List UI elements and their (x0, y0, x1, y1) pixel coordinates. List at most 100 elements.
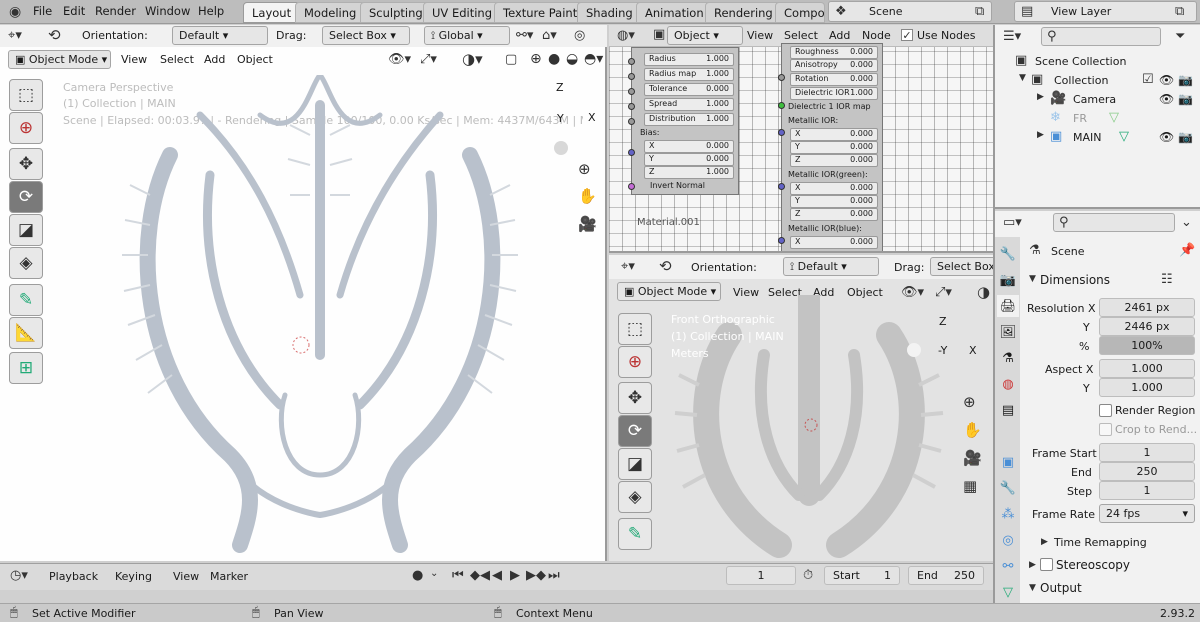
solid-shading-icon[interactable]: ● (548, 52, 560, 66)
render-camera-icon[interactable]: 📷 (1178, 130, 1193, 144)
menu-select[interactable]: Select (784, 29, 818, 42)
tab-rendering[interactable]: Rendering (705, 2, 782, 23)
next-keyframe-icon[interactable]: ▶◆ (526, 569, 546, 582)
record-icon[interactable]: ● (412, 569, 423, 582)
crop-checkbox[interactable] (1099, 423, 1112, 436)
node-socket[interactable] (628, 149, 635, 156)
render-region-checkbox[interactable] (1099, 404, 1112, 417)
transform-pivot-icon[interactable]: ⟲ (48, 28, 61, 43)
zoom-icon[interactable]: ⊕ (963, 395, 976, 410)
aspect-y-field[interactable]: 1.000 (1099, 378, 1195, 397)
particles-tab-icon[interactable]: ⁂ (997, 503, 1019, 525)
camera-view-icon[interactable]: 🎥 (963, 451, 982, 466)
viewport-right[interactable]: ⌖▾ ⟲ Orientation: ⟟ Default ▾ Drag: Sele… (609, 255, 993, 561)
menu-edit[interactable]: Edit (63, 4, 85, 18)
menu-marker[interactable]: Marker (210, 570, 248, 583)
orientation-dropdown[interactable]: ⟟ Default ▾ (783, 257, 879, 276)
time-remapping-panel[interactable]: Time Remapping (1054, 536, 1147, 549)
collection-tab-icon[interactable]: ▤ (997, 399, 1019, 421)
timeline[interactable]: ◷▾ Playback Keying View Marker ● ⌄ ⏮ ◆◀ … (0, 563, 993, 604)
tab-texture-paint[interactable]: Texture Paint (494, 2, 587, 23)
aspect-x-field[interactable]: 1.000 (1099, 359, 1195, 378)
pan-hand-icon[interactable]: ✋ (963, 423, 982, 438)
physics-tab-icon[interactable]: ◎ (997, 529, 1019, 551)
editor-type-icon[interactable]: ◍▾ (617, 29, 635, 42)
xray-icon[interactable]: ▢ (505, 53, 517, 66)
node-field[interactable]: Roughness 0.000 (790, 46, 878, 59)
node-socket[interactable] (778, 183, 785, 190)
menu-view[interactable]: View (173, 570, 199, 583)
menu-add[interactable]: Add (829, 29, 850, 42)
node-socket[interactable] (628, 88, 635, 95)
principled-node[interactable]: Roughness 0.000 Anisotropy 0.000 Rotation 0… (781, 43, 883, 251)
stopwatch-icon[interactable]: ⏱ (803, 569, 813, 582)
menu-render[interactable]: Render (95, 4, 136, 18)
rotate-tool[interactable]: ⟳ (618, 415, 652, 447)
node-socket[interactable] (778, 74, 785, 81)
dimensions-panel-title[interactable]: Dimensions (1040, 273, 1110, 287)
tab-layout[interactable]: Layout (243, 2, 301, 23)
node-socket[interactable] (778, 237, 785, 244)
node-field[interactable]: Radius map 1.000 (644, 68, 734, 81)
camera-view-icon[interactable]: 🎥 (578, 217, 597, 232)
scene-tab-icon[interactable]: ⚗ (997, 347, 1019, 369)
menu-file[interactable]: File (33, 4, 52, 18)
move-tool[interactable]: ✥ (9, 148, 43, 180)
render-camera-icon[interactable]: 📷 (1178, 73, 1193, 87)
rendered-shading-icon[interactable]: ◓▾ (584, 52, 603, 66)
tool-tab-icon[interactable]: 🔧 (997, 243, 1019, 265)
copy-icon[interactable]: ⧉ (975, 5, 984, 18)
expand-arrow-icon[interactable]: ▼ (1019, 74, 1026, 83)
properties-editor[interactable]: ▭▾ ⚲ ⌄ 🔧 📷 🖨 🖼 ⚗ ◍ ▤ ▣ 🔧 ⁂ ◎ ⚯ ▽ ⚗ Scene… (995, 211, 1200, 603)
modifier-tab-icon[interactable]: 🔧 (997, 477, 1019, 499)
rotate-tool[interactable]: ⟳ (9, 181, 43, 213)
cursor-tool[interactable]: ⊕ (618, 346, 652, 378)
drag-dropdown[interactable]: Select Box (930, 257, 993, 276)
pan-hand-icon[interactable]: ✋ (578, 189, 597, 204)
editor-type-icon[interactable]: ⌖▾ (8, 29, 22, 42)
eye-icon[interactable]: 👁 (1159, 73, 1174, 87)
menu-select[interactable]: Select (160, 53, 194, 66)
outliner-row[interactable]: ▣ Scene Collection (995, 52, 1200, 71)
constraints-tab-icon[interactable]: ⚯ (997, 555, 1019, 577)
menu-view[interactable]: View (121, 53, 147, 66)
start-frame-field[interactable]: Start 1 (824, 566, 900, 585)
frame-end-field[interactable]: 250 (1099, 462, 1195, 481)
world-tab-icon[interactable]: ◍ (997, 373, 1019, 395)
pivot-icon[interactable]: ⚯▾ (516, 29, 533, 42)
resolution-percent-field[interactable]: 100% (1099, 336, 1195, 355)
gizmo-z-label[interactable]: Z (556, 81, 564, 94)
menu-playback[interactable]: Playback (49, 570, 98, 583)
outliner-search-input[interactable]: ⚲ (1041, 27, 1161, 46)
properties-search-input[interactable]: ⚲ (1053, 213, 1175, 232)
node-field[interactable]: Anisotropy 0.000 (790, 59, 878, 72)
node-socket[interactable] (628, 118, 635, 125)
node-socket[interactable] (778, 129, 785, 136)
menu-help[interactable]: Help (198, 4, 224, 18)
outliner-row[interactable]: ▼ ▣ Collection ☑ 👁 📷 (995, 71, 1200, 90)
menu-node[interactable]: Node (862, 29, 891, 42)
node-field[interactable]: Dielectric IOR 1.000 (790, 87, 878, 100)
output-panel[interactable]: Output (1040, 581, 1082, 595)
menu-window[interactable]: Window (145, 4, 190, 18)
current-frame-field[interactable]: 1 (726, 566, 796, 585)
view-layer-tab-icon[interactable]: 🖼 (997, 321, 1019, 343)
gizmo-z-label[interactable]: Z (939, 315, 947, 328)
node-field[interactable]: X 0.000 (644, 140, 734, 153)
menu-add[interactable]: Add (204, 53, 225, 66)
node-field[interactable]: X 0.000 (790, 128, 878, 141)
expand-arrow-icon[interactable]: ▶ (1041, 538, 1048, 547)
gizmo-y-label[interactable]: Y (557, 112, 564, 125)
frame-step-field[interactable]: 1 (1099, 481, 1195, 500)
node-socket[interactable] (778, 102, 785, 109)
proportional-edit-icon[interactable]: ◎ (574, 29, 585, 42)
node-editor[interactable]: ◍▾ ▣ Object ▾ View Select Add Node ✓ Use… (609, 25, 993, 253)
expand-arrow-icon[interactable]: ▶ (1029, 561, 1036, 570)
invert-normal-label[interactable]: Invert Normal (650, 181, 705, 190)
outliner-row[interactable]: ▶ ▣ MAIN ▽ 👁 📷 (995, 128, 1200, 147)
transform-pivot-icon[interactable]: ⟲ (659, 259, 672, 274)
copy-icon[interactable]: ⧉ (1175, 5, 1184, 18)
resolution-y-field[interactable]: 2446 px (1099, 317, 1195, 336)
node-field[interactable]: Z 1.000 (644, 166, 734, 179)
node-socket[interactable] (628, 103, 635, 110)
